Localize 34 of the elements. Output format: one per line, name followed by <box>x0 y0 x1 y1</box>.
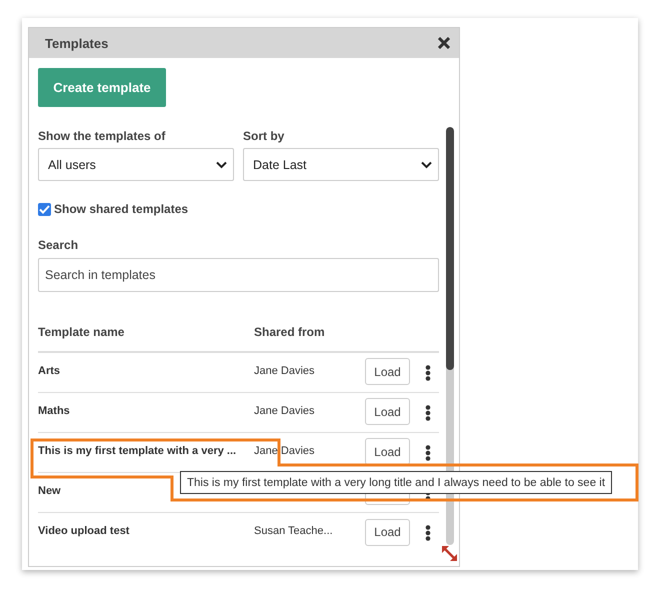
tooltip: This is my first template with a very long title and I always need to be able to see it <box>180 471 612 494</box>
chevron-down-icon <box>421 160 432 168</box>
column-header: Template name <box>38 325 126 339</box>
more-options-icon[interactable] <box>425 444 431 460</box>
more-options-icon[interactable] <box>425 364 431 380</box>
dropdown[interactable]: All users <box>38 148 234 181</box>
load-button[interactable]: Load <box>365 438 410 465</box>
template-name: Arts <box>38 364 62 378</box>
close-button[interactable] <box>438 37 450 49</box>
dropdown[interactable]: Date Last <box>243 148 439 181</box>
search-label: Search <box>38 238 80 252</box>
template-name: Video upload test <box>38 525 130 539</box>
column-header: Shared from <box>254 325 326 339</box>
template-name: This is my first template with a very ... <box>38 444 238 458</box>
template-name: New <box>38 484 62 498</box>
shared-from: Jane Davies <box>254 444 316 458</box>
close-icon <box>438 37 450 49</box>
dialog-title: Templates <box>45 36 108 50</box>
more-options-icon[interactable] <box>425 404 431 420</box>
load-button[interactable]: Load <box>365 358 410 385</box>
filter-label: Show the templates of <box>38 129 166 143</box>
shared-from: Jane Davies <box>254 364 316 378</box>
filter-label: Sort by <box>243 129 286 143</box>
checkbox[interactable] <box>38 202 51 216</box>
shared-from: Jane Davies <box>254 404 316 418</box>
shared-from: Susan Teache... <box>254 525 334 539</box>
checkbox-label: Show shared templates <box>54 202 188 216</box>
load-button[interactable]: Load <box>365 398 410 425</box>
search-field[interactable]: Search in templates <box>38 258 439 292</box>
more-options-icon[interactable] <box>425 525 431 541</box>
resize-arrow-icon[interactable] <box>441 545 458 562</box>
template-name: Maths <box>38 404 71 418</box>
chevron-down-icon <box>216 160 227 168</box>
load-button[interactable]: Load <box>365 518 410 546</box>
